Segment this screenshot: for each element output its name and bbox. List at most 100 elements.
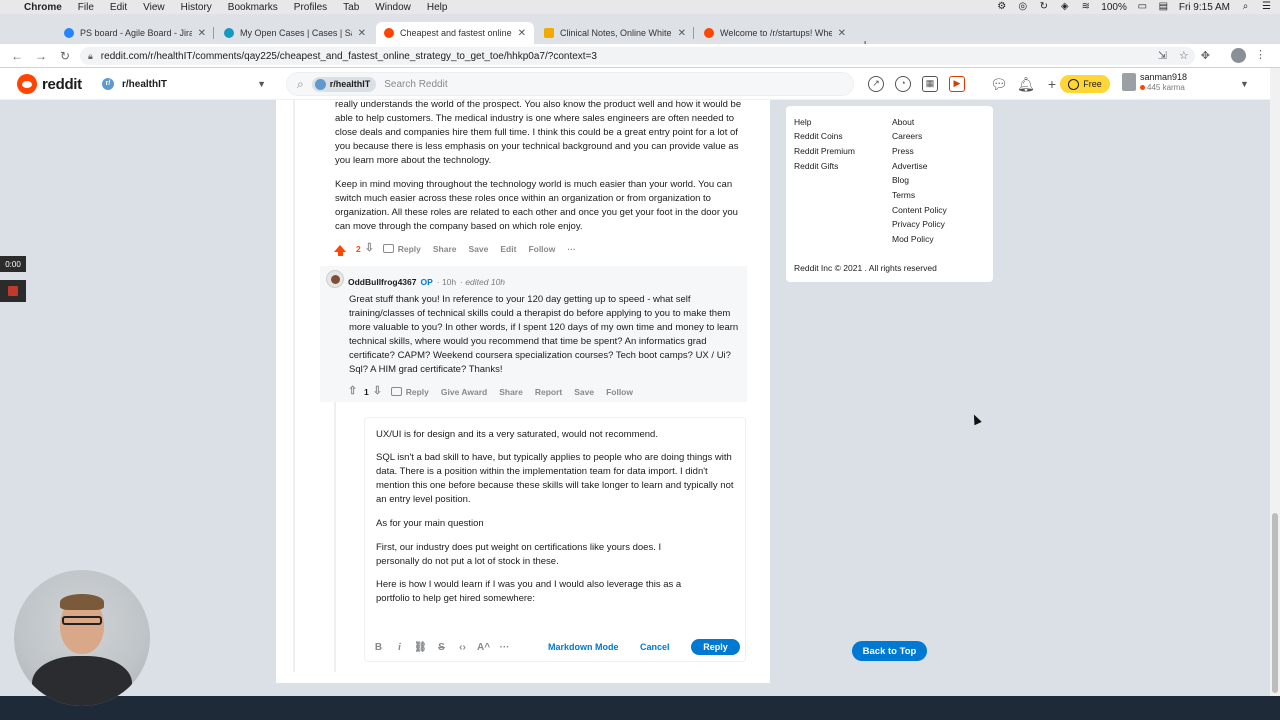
create-post-plus-icon[interactable]: + (1044, 76, 1060, 92)
page-scrollbar[interactable] (1270, 68, 1280, 696)
cancel-button[interactable]: Cancel (640, 642, 670, 652)
menu-file[interactable]: File (78, 2, 94, 13)
user-menu[interactable]: sanman918 445 karma (1122, 72, 1187, 92)
menubar-clock[interactable]: Fri 9:15 AM (1179, 2, 1230, 13)
footer-link-careers[interactable]: Careers (892, 131, 922, 141)
bold-icon[interactable]: B (368, 642, 389, 653)
footer-link-press[interactable]: Press (892, 146, 914, 156)
stop-recording-button[interactable] (0, 280, 26, 302)
draft-paragraph[interactable]: First, our industry does put weight on c… (376, 541, 706, 569)
draft-paragraph[interactable]: UX/UI is for design and its a very satur… (376, 428, 736, 442)
footer-link-reddit-coins[interactable]: Reddit Coins (794, 131, 843, 141)
back-to-top-button[interactable]: Back to Top (852, 641, 927, 661)
share-button[interactable]: Share (499, 387, 523, 397)
shield-icon[interactable]: ◈ (1059, 2, 1070, 12)
video-icon[interactable]: ▶ (949, 76, 965, 92)
follow-button[interactable]: Follow (606, 387, 633, 397)
search-bar[interactable]: ⌕ r/healthIT Search Reddit (286, 72, 854, 96)
tab-reddit-active[interactable]: Cheapest and fastest online st ✕ (376, 22, 534, 44)
more-formatting-icon[interactable]: ··· (494, 642, 515, 653)
free-coins-button[interactable]: Free (1060, 75, 1110, 93)
thread-line[interactable] (293, 100, 295, 672)
menu-help[interactable]: Help (427, 2, 448, 13)
spotlight-search-icon[interactable]: ⌕ (1240, 2, 1251, 12)
webcam-bubble[interactable] (14, 570, 150, 706)
search-community-chip[interactable]: r/healthIT (311, 76, 377, 92)
battery-icon[interactable]: ▭ (1137, 2, 1148, 12)
menu-app[interactable]: Chrome (24, 2, 62, 13)
draft-paragraph[interactable]: SQL isn't a bad skill to have, but typic… (376, 451, 736, 507)
upvote-arrow-icon[interactable]: ⇧ (348, 386, 358, 397)
superscript-icon[interactable]: A^ (473, 642, 494, 653)
search-input[interactable]: Search Reddit (384, 79, 447, 90)
scrollbar-thumb[interactable] (1272, 513, 1278, 693)
downvote-arrow-icon[interactable]: ⇩ (365, 243, 375, 254)
close-tab-icon[interactable]: ✕ (198, 28, 206, 39)
markdown-mode-button[interactable]: Markdown Mode (548, 642, 619, 652)
chevron-down-icon[interactable]: ▼ (1240, 79, 1249, 89)
inline-code-icon[interactable]: ‹› (452, 642, 473, 653)
sync-icon[interactable]: ↻ (1038, 2, 1049, 12)
give-award-button[interactable]: Give Award (441, 387, 487, 397)
footer-link-help[interactable]: Help (794, 117, 811, 127)
more-options-icon[interactable]: ··· (567, 244, 576, 254)
battery-percent[interactable]: 100% (1101, 2, 1127, 13)
close-tab-icon[interactable]: ✕ (358, 28, 366, 39)
footer-link-mod-policy[interactable]: Mod Policy (892, 234, 934, 244)
menu-tab[interactable]: Tab (343, 2, 359, 13)
menu-view[interactable]: View (143, 2, 165, 13)
check-circle-icon[interactable]: ◎ (1017, 2, 1028, 12)
reply-button[interactable]: Reply (382, 244, 421, 254)
submit-reply-button[interactable]: Reply (691, 639, 740, 655)
tab-jira[interactable]: PS board - Agile Board - Jira ✕ (56, 22, 214, 44)
keyboard-icon[interactable]: ▤ (1158, 2, 1169, 12)
commenter-avatar[interactable] (326, 270, 344, 288)
forward-arrow-icon[interactable]: → (34, 49, 48, 63)
address-bar[interactable]: 🔒︎ reddit.com/r/healthIT/comments/qay225… (80, 47, 1195, 65)
reddit-logo-icon[interactable] (17, 74, 37, 94)
footer-link-advertise[interactable]: Advertise (892, 161, 927, 171)
upvote-arrow-icon[interactable] (334, 245, 346, 256)
tab-startups[interactable]: Welcome to /r/startups! Where ✕ (696, 22, 854, 44)
save-button[interactable]: Save (469, 244, 489, 254)
footer-link-reddit-gifts[interactable]: Reddit Gifts (794, 161, 838, 171)
community-selector[interactable]: r/ r/healthIT ▼ (102, 74, 272, 94)
downvote-arrow-icon[interactable]: ⇩ (373, 386, 383, 397)
tab-salesforce[interactable]: My Open Cases | Cases | Sale ✕ (216, 22, 374, 44)
footer-link-blog[interactable]: Blog (892, 175, 909, 185)
footer-link-reddit-premium[interactable]: Reddit Premium (794, 146, 855, 156)
lock-icon[interactable]: 🔒︎ (88, 51, 93, 62)
mod-queue-icon[interactable]: ▦ (922, 76, 938, 92)
menu-history[interactable]: History (181, 2, 212, 13)
profile-avatar[interactable] (1231, 48, 1246, 63)
link-icon[interactable]: ⛓ (410, 642, 431, 653)
install-icon[interactable]: ⇲ (1158, 49, 1167, 62)
reddit-wordmark[interactable]: reddit (42, 76, 82, 93)
reply-button[interactable]: Reply (390, 387, 429, 397)
strikethrough-icon[interactable]: S (431, 642, 452, 653)
follow-button[interactable]: Follow (528, 244, 555, 254)
menu-profiles[interactable]: Profiles (294, 2, 327, 13)
italic-icon[interactable]: i (389, 642, 410, 653)
close-tab-icon[interactable]: ✕ (518, 28, 526, 39)
close-tab-icon[interactable]: ✕ (838, 28, 846, 39)
gear-icon[interactable]: ⚙ (996, 2, 1007, 12)
draft-paragraph[interactable]: Here is how I would learn if I was you a… (376, 578, 706, 606)
control-center-icon[interactable]: ☰ (1261, 2, 1272, 12)
draft-paragraph[interactable]: As for your main question (376, 517, 736, 531)
footer-link-terms[interactable]: Terms (892, 190, 915, 200)
tab-clinical-notes[interactable]: Clinical Notes, Online Whitebo ✕ (536, 22, 694, 44)
footer-link-privacy-policy[interactable]: Privacy Policy (892, 219, 945, 229)
report-button[interactable]: Report (535, 387, 562, 397)
menu-bookmarks[interactable]: Bookmarks (228, 2, 278, 13)
all-icon[interactable]: ◔ (895, 76, 911, 92)
kebab-menu-icon[interactable]: ⋮ (1255, 48, 1266, 61)
extensions-puzzle-icon[interactable]: ✥ (1201, 49, 1210, 62)
footer-link-about[interactable]: About (892, 117, 914, 127)
footer-link-content-policy[interactable]: Content Policy (892, 205, 947, 215)
share-button[interactable]: Share (433, 244, 457, 254)
edit-button[interactable]: Edit (500, 244, 516, 254)
back-arrow-icon[interactable]: ← (10, 49, 24, 63)
save-button[interactable]: Save (574, 387, 594, 397)
close-tab-icon[interactable]: ✕ (678, 28, 686, 39)
